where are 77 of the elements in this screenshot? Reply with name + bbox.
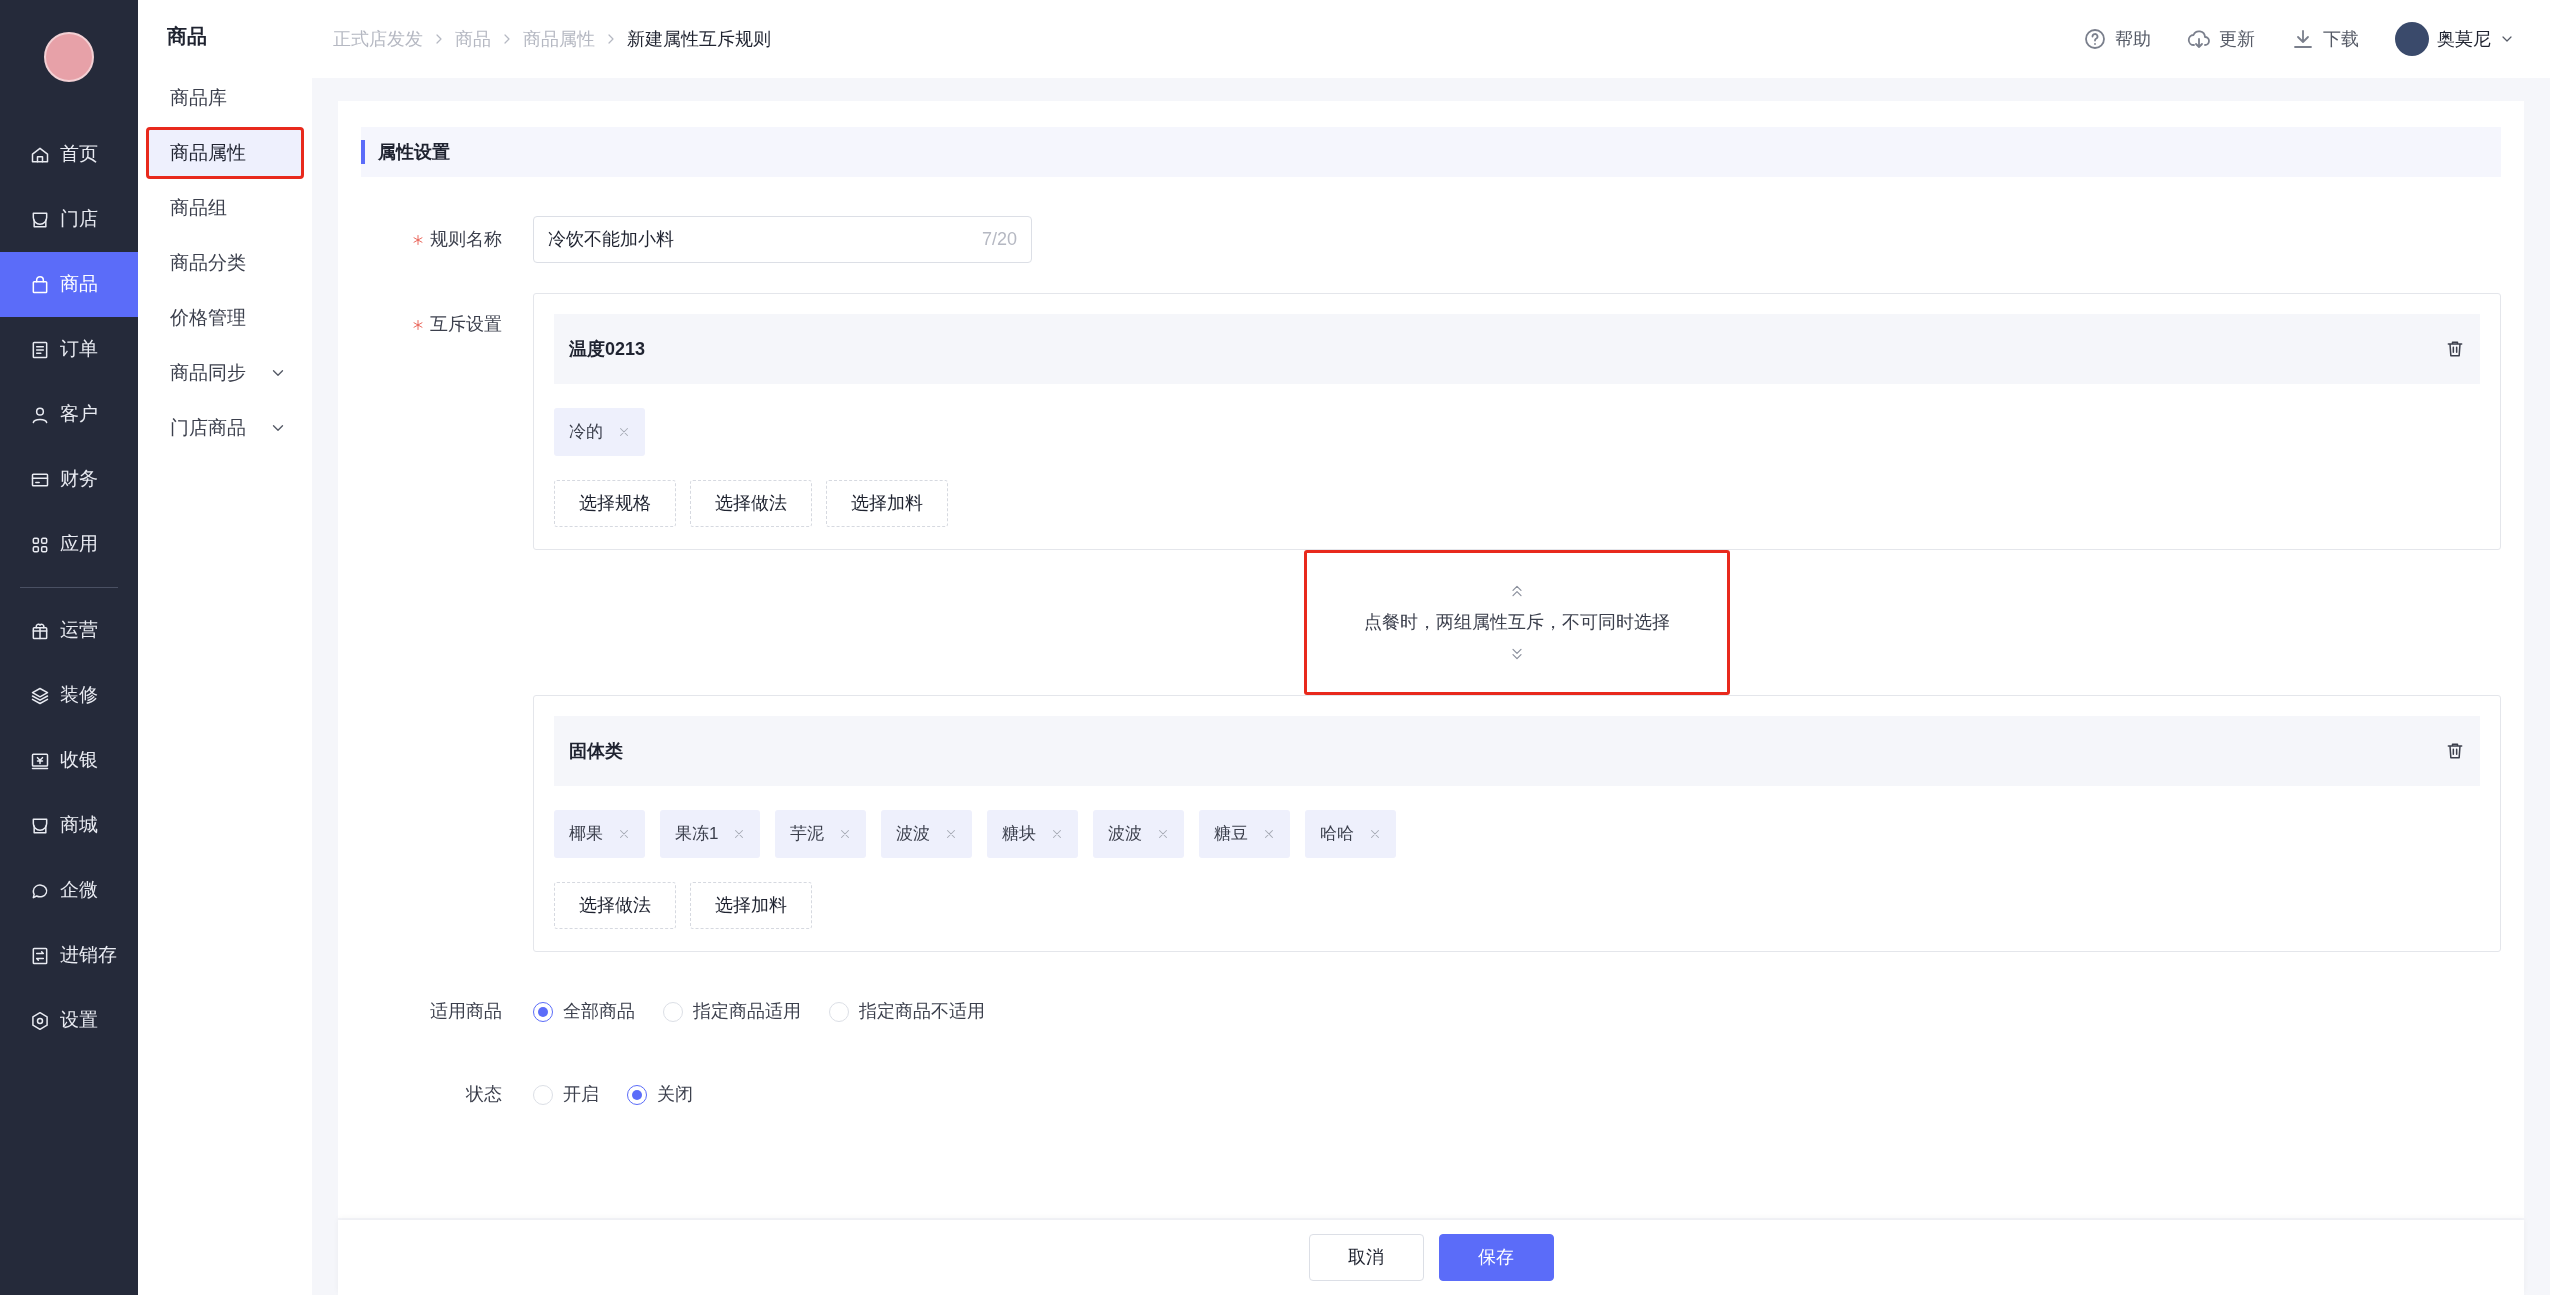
subnav-item[interactable]: 商品库 xyxy=(146,72,304,124)
section-title: 属性设置 xyxy=(378,140,450,164)
subnav-item[interactable]: 商品分类 xyxy=(146,237,304,289)
nav-item[interactable]: 运营 xyxy=(0,598,138,663)
user-menu[interactable]: 奥莫尼 xyxy=(2395,22,2515,56)
subnav-item[interactable]: 商品同步 xyxy=(146,347,304,399)
header-action[interactable]: 帮助 xyxy=(2083,25,2151,53)
nav-item[interactable]: 商品 xyxy=(0,252,138,317)
subnav-title: 商品 xyxy=(166,24,208,49)
radio-option[interactable]: 开启 xyxy=(533,1081,599,1108)
subnav-item[interactable]: 门店商品 xyxy=(146,402,304,454)
save-button[interactable]: 保存 xyxy=(1438,1234,1554,1281)
nav-item[interactable]: 企微 xyxy=(0,858,138,923)
tag: 果冻1 xyxy=(660,810,761,858)
radio-option[interactable]: 指定商品不适用 xyxy=(829,998,985,1025)
subnav-item[interactable]: 商品属性 xyxy=(146,127,304,179)
field-label: 状态 xyxy=(466,1083,502,1106)
select-button[interactable]: 选择加料 xyxy=(690,882,812,929)
select-button[interactable]: 选择规格 xyxy=(554,480,676,527)
close-icon[interactable] xyxy=(617,425,631,439)
tag: 波波 xyxy=(1093,810,1185,858)
select-button[interactable]: 选择做法 xyxy=(690,480,812,527)
inventory-icon xyxy=(30,945,50,966)
tag: 糖块 xyxy=(987,810,1079,858)
exclusion-note: 点餐时，两组属性互斥，不可同时选择 xyxy=(1364,611,1670,634)
radio-option[interactable]: 关闭 xyxy=(627,1081,693,1108)
tag: 芋泥 xyxy=(775,810,867,858)
layers-icon xyxy=(30,685,50,706)
header-action[interactable]: 更新 xyxy=(2187,25,2255,53)
radio-option[interactable]: 指定商品适用 xyxy=(663,998,801,1025)
group-title: 温度0213 xyxy=(569,337,646,361)
tag: 糖豆 xyxy=(1199,810,1291,858)
field-label: 互斥设置 xyxy=(430,313,502,336)
tag: 椰果 xyxy=(554,810,645,858)
nav-item[interactable]: 客户 xyxy=(0,382,138,447)
header-action[interactable]: 下载 xyxy=(2291,25,2359,53)
help-icon xyxy=(2083,27,2107,51)
nav-item[interactable]: 财务 xyxy=(0,447,138,512)
nav-item[interactable]: 商城 xyxy=(0,793,138,858)
breadcrumb-item: 新建属性互斥规则 xyxy=(627,27,771,51)
accent-bar xyxy=(361,140,365,164)
nav-item[interactable]: 进销存 xyxy=(0,923,138,988)
char-counter: 7/20 xyxy=(981,228,1017,251)
text-input[interactable]: 冷饮不能加小料 7/20 xyxy=(533,216,1032,263)
close-icon[interactable] xyxy=(617,827,631,841)
settings-icon xyxy=(30,1010,50,1031)
cloud-download-icon xyxy=(2187,27,2211,51)
group-title: 固体类 xyxy=(569,739,623,763)
double-chevron-down-icon xyxy=(1509,646,1525,662)
trash-icon[interactable] xyxy=(2445,339,2465,359)
subnav-item[interactable]: 价格管理 xyxy=(146,292,304,344)
logo xyxy=(44,32,94,82)
nav-item[interactable]: 门店 xyxy=(0,187,138,252)
select-button[interactable]: 选择做法 xyxy=(554,882,676,929)
nav-item[interactable]: 应用 xyxy=(0,512,138,577)
bag-icon xyxy=(30,274,50,295)
gift-icon xyxy=(30,620,50,641)
cancel-button[interactable]: 取消 xyxy=(1308,1234,1424,1281)
field-label: 规则名称 xyxy=(430,228,502,251)
nav-item[interactable]: 设置 xyxy=(0,988,138,1053)
tag: 波波 xyxy=(881,810,973,858)
nav-item[interactable]: 收银 xyxy=(0,728,138,793)
subnav-item[interactable]: 商品组 xyxy=(146,182,304,234)
avatar xyxy=(2395,22,2429,56)
download-icon xyxy=(2291,27,2315,51)
trash-icon[interactable] xyxy=(2445,741,2465,761)
nav-item[interactable]: 订单 xyxy=(0,317,138,382)
tag: 冷的 xyxy=(554,408,645,456)
nav-item[interactable]: 首页 xyxy=(0,122,138,187)
nav-item[interactable]: 装修 xyxy=(0,663,138,728)
tag: 哈哈 xyxy=(1305,810,1397,858)
document-icon xyxy=(30,339,50,360)
input-value: 冷饮不能加小料 xyxy=(548,228,675,251)
select-button[interactable]: 选择加料 xyxy=(826,480,948,527)
field-label: 适用商品 xyxy=(430,1000,502,1023)
double-chevron-up-icon xyxy=(1509,583,1525,599)
radio-option[interactable]: 全部商品 xyxy=(533,998,635,1025)
